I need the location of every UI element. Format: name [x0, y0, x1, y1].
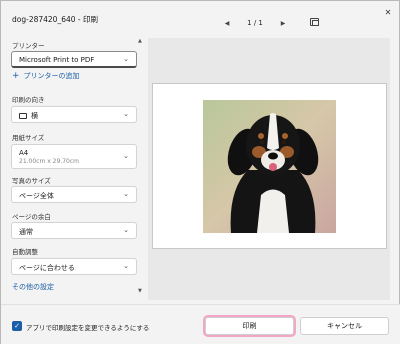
fit-label: 自動調整	[12, 248, 38, 256]
chevron-down-icon: ⌄	[123, 262, 129, 270]
cancel-button[interactable]: キャンセル	[300, 317, 389, 335]
dog-photo-image	[203, 100, 336, 233]
orientation-select[interactable]: 横 ⌄	[11, 106, 137, 123]
fit-select[interactable]: ページに合わせる ⌄	[11, 258, 137, 275]
photo-size-value: ページ全体	[19, 192, 54, 200]
printer-label: プリンター	[12, 42, 45, 50]
chevron-down-icon: ⌄	[123, 55, 129, 63]
margins-value: 通常	[19, 228, 33, 236]
chevron-down-icon: ⌄	[123, 152, 129, 160]
paper-size-dimensions: 21.00cm x 29.70cm	[19, 158, 80, 165]
allow-app-settings-checkbox[interactable]: ✓	[12, 321, 22, 331]
margins-select[interactable]: 通常 ⌄	[11, 222, 137, 239]
more-settings-link[interactable]: その他の設定	[12, 282, 54, 292]
next-page-button[interactable]: ▶	[277, 20, 289, 27]
dog-photo-preview	[203, 100, 336, 233]
add-printer-label: プリンターの追加	[23, 72, 80, 80]
chevron-down-icon: ⌄	[123, 110, 129, 118]
print-dialog: dog-287420_640 - 印刷 ◀ 1 / 1 ▶ ✕ ▲ プリンター …	[0, 0, 400, 344]
landscape-icon	[19, 113, 27, 119]
print-button[interactable]: 印刷	[205, 317, 294, 335]
allow-app-settings-label: アプリで印刷設定を変更できるようにする	[26, 324, 150, 332]
fit-value: ページに合わせる	[19, 264, 75, 272]
orientation-value: 横	[19, 111, 38, 121]
margins-label: ページの余白	[12, 213, 51, 221]
add-printer-link[interactable]: + プリンターの追加	[12, 71, 80, 81]
photo-size-label: 写真のサイズ	[12, 177, 51, 185]
photo-size-select[interactable]: ページ全体 ⌄	[11, 186, 137, 203]
chevron-down-icon: ⌄	[123, 190, 129, 198]
dialog-footer: ✓ アプリで印刷設定を変更できるようにする 印刷 キャンセル	[1, 304, 400, 344]
orientation-label: 印刷の向き	[12, 96, 45, 104]
paper-size-select[interactable]: A4 21.00cm x 29.70cm ⌄	[11, 144, 137, 169]
settings-panel[interactable]: ▲ プリンター Microsoft Print to PDF ⌄ + プリンター…	[1, 35, 147, 301]
plus-icon: +	[12, 71, 20, 81]
close-button[interactable]: ✕	[381, 5, 395, 19]
chevron-down-icon: ⌄	[123, 226, 129, 234]
scroll-down-arrow-icon[interactable]: ▼	[138, 288, 142, 294]
prev-page-button[interactable]: ◀	[221, 20, 233, 27]
page-indicator: 1 / 1	[247, 19, 263, 27]
title-bar: dog-287420_640 - 印刷 ◀ 1 / 1 ▶ ✕	[1, 1, 400, 35]
scroll-up-arrow-icon[interactable]: ▲	[138, 38, 142, 44]
paper-size-label: 用紙サイズ	[12, 134, 45, 142]
window-title: dog-287420_640 - 印刷	[12, 15, 98, 24]
printer-select[interactable]: Microsoft Print to PDF ⌄	[11, 51, 137, 68]
fit-to-window-icon[interactable]	[310, 18, 319, 26]
page-navigator: ◀ 1 / 1 ▶	[221, 17, 289, 29]
printer-value: Microsoft Print to PDF	[19, 56, 95, 64]
paper-size-value: A4	[19, 149, 29, 157]
